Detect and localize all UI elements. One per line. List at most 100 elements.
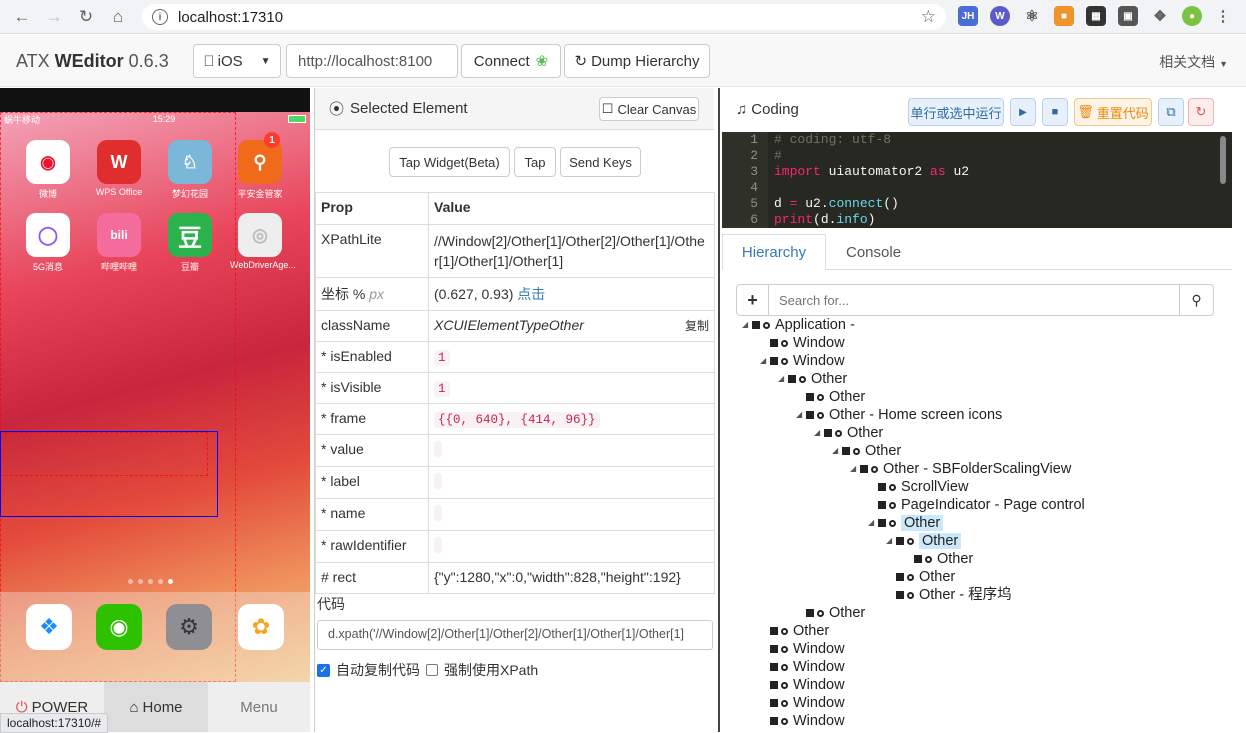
expand-all-button[interactable]: + <box>737 285 769 315</box>
expanded-toggle-icon[interactable]: ◢ <box>850 460 860 478</box>
safari-icon[interactable]: ❖ <box>26 604 72 650</box>
home-icon[interactable]: ⌂ <box>102 1 134 33</box>
expanded-toggle-icon[interactable]: ◢ <box>814 424 824 442</box>
extensions-puzzle-icon[interactable]: ❖ <box>1150 6 1170 26</box>
code-editor[interactable]: 1 2 3 4 5 6 # coding: utf-8 # import uia… <box>722 132 1232 228</box>
tree-node-label: Other - SBFolderScalingView <box>883 461 1072 477</box>
page-indicator[interactable] <box>128 579 173 584</box>
extension-orange-icon[interactable]: ■ <box>1054 6 1074 26</box>
profile-avatar[interactable]: ● <box>1182 6 1202 26</box>
copy-code-button[interactable]: ⧉ <box>1158 98 1184 126</box>
expanded-toggle-icon[interactable]: ◢ <box>886 532 896 550</box>
editor-scrollbar[interactable] <box>1220 136 1226 184</box>
info-icon[interactable]: i <box>152 9 168 25</box>
wechat-icon[interactable]: ◉ <box>96 604 142 650</box>
search-icon[interactable]: ⚲ <box>1179 285 1213 315</box>
tree-node[interactable]: Other <box>886 568 955 586</box>
tree-node[interactable]: Other <box>796 604 865 622</box>
tab-console[interactable]: Console <box>846 234 901 270</box>
tree-node[interactable]: ◢ Other <box>832 442 901 460</box>
tree-node[interactable]: Other <box>904 550 973 568</box>
tree-node[interactable]: ◢ Window <box>760 352 845 370</box>
restart-button[interactable]: ↻ <box>1188 98 1214 126</box>
tree-node[interactable]: Other - 程序坞 <box>886 586 1012 604</box>
table-row: 坐标 % px (0.627, 0.93) 点击 <box>315 277 715 311</box>
tab-hierarchy[interactable]: Hierarchy <box>722 234 826 270</box>
send-keys-button[interactable]: Send Keys <box>560 147 641 177</box>
expanded-toggle-icon[interactable]: ◢ <box>832 442 842 460</box>
coord-click-link[interactable]: 点击 <box>517 286 545 302</box>
node-circle-icon <box>781 681 788 689</box>
code-lines: # coding: utf-8 # import uiautomator2 as… <box>774 132 969 228</box>
browser-menu-icon[interactable]: ⋮ <box>1213 6 1233 26</box>
docs-dropdown[interactable]: 相关文档 ▼ <box>1159 52 1228 72</box>
expanded-toggle-icon[interactable]: ◢ <box>778 370 788 388</box>
extension-react-icon[interactable]: ⚛ <box>1022 6 1042 26</box>
play-button[interactable]: ▶ <box>1010 98 1036 126</box>
tree-node[interactable]: ◢ Other <box>814 424 883 442</box>
node-circle-icon <box>781 645 788 653</box>
tree-node[interactable]: ◢ Other <box>778 370 847 388</box>
node-square-icon <box>896 573 904 582</box>
tree-node[interactable]: Other <box>760 622 829 640</box>
tree-node[interactable]: Window <box>760 334 845 352</box>
app-webdriveragent[interactable]: ◎ WebDriverAge... <box>230 213 296 270</box>
tree-node[interactable]: Window <box>760 676 845 694</box>
forward-icon[interactable]: → <box>38 1 70 33</box>
tree-node[interactable]: Window <box>760 694 845 712</box>
tree-node[interactable]: ◢ Other <box>886 532 962 550</box>
tree-node[interactable]: ◢ Application - <box>742 316 855 334</box>
tree-node[interactable]: ◢ Other - SBFolderScalingView <box>850 460 1071 478</box>
xpath-value[interactable]: //Window[2]/Other[1]/Other[2]/Other[1]/O… <box>428 224 715 278</box>
extension-globe-icon[interactable]: W <box>990 6 1010 26</box>
node-circle-icon <box>889 483 896 491</box>
tree-node[interactable]: ◢ Other - Home screen icons <box>796 406 1002 424</box>
connect-button[interactable]: Connect ❀ <box>461 44 561 78</box>
tree-node-label: Other <box>829 389 866 405</box>
menu-button[interactable]: Menu <box>208 682 310 732</box>
tree-node[interactable]: ◢ Other <box>868 514 944 532</box>
clear-canvas-button[interactable]: ☐ Clear Canvas <box>599 97 699 121</box>
reload-icon[interactable]: ↻ <box>70 1 102 33</box>
copy-link[interactable]: 复制 <box>685 317 709 334</box>
dump-hierarchy-button[interactable]: ↻ Dump Hierarchy <box>564 44 710 78</box>
tree-node[interactable]: Other <box>796 388 865 406</box>
run-selection-button[interactable]: 单行或选中运行 <box>908 98 1004 126</box>
line-number: 1 <box>750 132 758 147</box>
device-screenshot[interactable]: 蜗牛移动 15:29 ◉ 微博 W WPS Office ♘ 梦幻花园 ⚲ 1 平安金管家… <box>0 112 310 682</box>
extension-screen-icon[interactable]: ▣ <box>1118 6 1138 26</box>
settings-icon[interactable]: ⚙ <box>166 604 212 650</box>
tree-node[interactable]: ScrollView <box>868 478 968 496</box>
tree-node[interactable]: PageIndicator - Page control <box>868 496 1085 514</box>
tree-node[interactable]: Window <box>760 712 845 730</box>
tap-widget-button[interactable]: Tap Widget(Beta) <box>389 147 510 177</box>
tree-node-label: Other <box>847 425 884 441</box>
expanded-toggle-icon[interactable]: ◢ <box>796 406 806 424</box>
tap-button[interactable]: Tap <box>514 147 556 177</box>
device-url-input[interactable] <box>286 44 458 78</box>
platform-select[interactable]: iOS ▼ <box>193 44 281 78</box>
code-input[interactable]: d.xpath('//Window[2]/Other[1]/Other[2]/O… <box>317 620 713 650</box>
home-button[interactable]: ⌂ Home <box>104 682 208 732</box>
hierarchy-search-input[interactable] <box>769 285 1179 315</box>
force-xpath-checkbox[interactable] <box>426 664 438 676</box>
tree-node[interactable]: Window <box>760 658 845 676</box>
extension-jh-icon[interactable]: JH <box>958 6 978 26</box>
address-bar[interactable]: i localhost:17310 ☆ <box>142 4 946 30</box>
auto-copy-checkbox[interactable]: ✓ <box>317 663 330 677</box>
photos-icon[interactable]: ✿ <box>238 604 284 650</box>
tree-node-label: Window <box>793 353 845 369</box>
tree-node-label: Other <box>937 551 974 567</box>
visible-value: 1 <box>434 381 450 397</box>
stop-button[interactable]: ■ <box>1042 98 1068 126</box>
app-pingan[interactable]: ⚲ 1 平安金管家 <box>230 132 290 200</box>
expanded-toggle-icon[interactable]: ◢ <box>760 352 770 370</box>
reset-code-button[interactable]: 🗑 重置代码 <box>1074 98 1152 126</box>
expanded-toggle-icon[interactable]: ◢ <box>742 316 752 334</box>
tree-node[interactable]: Window <box>760 640 845 658</box>
back-icon[interactable]: ← <box>6 1 38 33</box>
bookmark-star-icon[interactable]: ☆ <box>921 7 936 27</box>
prop-name: * name <box>315 498 429 531</box>
expanded-toggle-icon[interactable]: ◢ <box>868 514 878 532</box>
extension-qr-icon[interactable]: ▦ <box>1086 6 1106 26</box>
